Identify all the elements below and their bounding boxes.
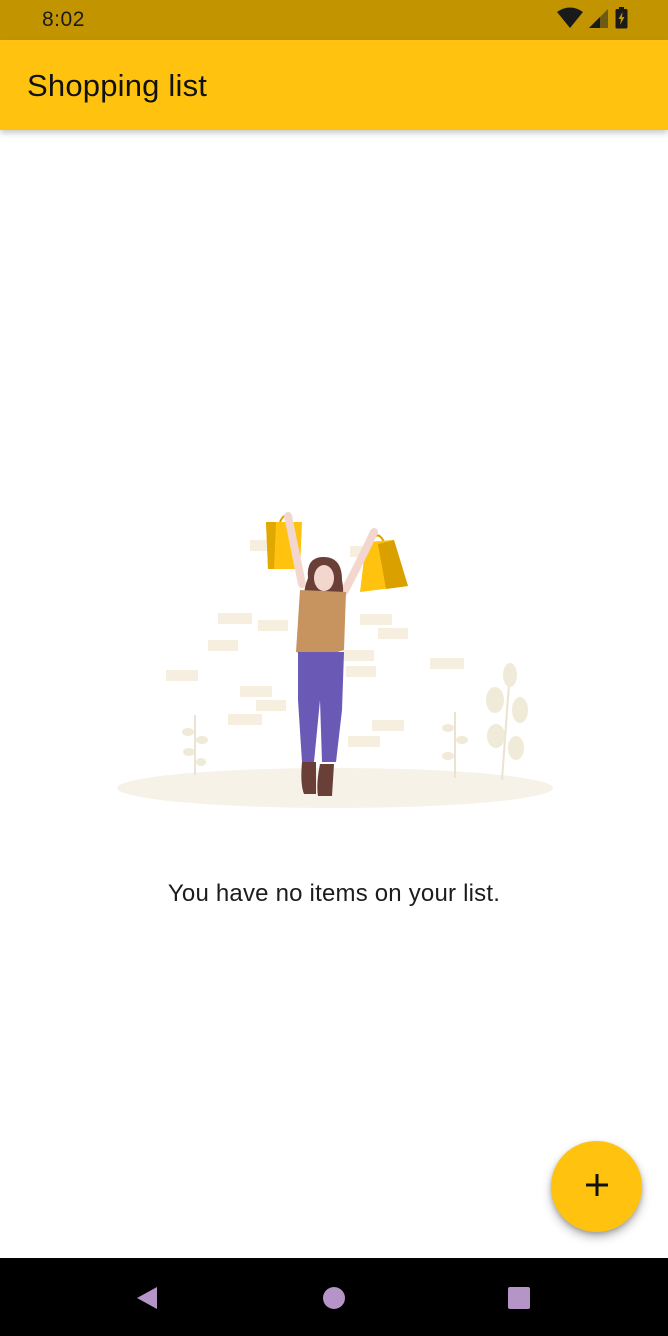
status-icons — [557, 6, 628, 34]
battery-icon — [615, 6, 628, 34]
signal-icon — [589, 7, 609, 34]
navigation-bar — [0, 1258, 668, 1336]
recents-icon[interactable] — [505, 1284, 533, 1312]
home-icon[interactable] — [320, 1284, 348, 1312]
status-bar: 8:02 — [0, 0, 668, 40]
plus-icon — [584, 1172, 610, 1201]
app-screen: 8:02 Shopping list You have no items on … — [0, 0, 668, 1336]
wifi-icon — [557, 7, 583, 34]
add-item-button[interactable] — [551, 1141, 642, 1232]
app-title: Shopping list — [27, 68, 208, 103]
status-time: 8:02 — [42, 8, 85, 31]
app-bar: Shopping list — [0, 40, 668, 130]
empty-list-message: You have no items on your list. — [167, 880, 501, 907]
woman-with-shopping-bags-illustration — [117, 512, 553, 808]
back-icon[interactable] — [133, 1284, 161, 1312]
